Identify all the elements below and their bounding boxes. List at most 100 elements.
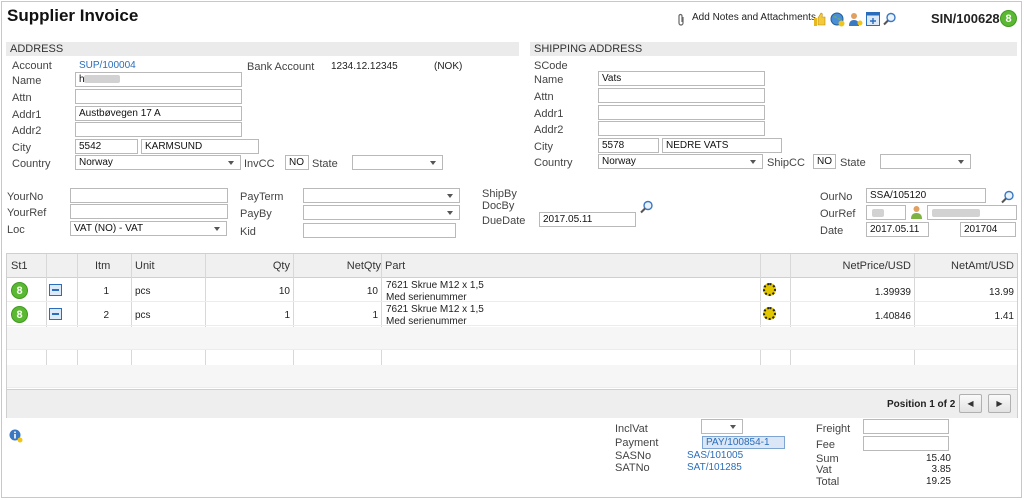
country-select[interactable]: Norway bbox=[75, 155, 241, 170]
sasno-link[interactable]: SAS/101005 bbox=[687, 450, 743, 461]
yourref-field[interactable] bbox=[70, 204, 228, 219]
duedate-field[interactable]: 2017.05.11 bbox=[539, 212, 636, 227]
addr1-field[interactable]: Austbøvegen 17 A bbox=[75, 106, 242, 121]
search-icon[interactable] bbox=[883, 12, 897, 26]
ship-addr2-field[interactable] bbox=[598, 121, 765, 136]
ourref-user-icon[interactable] bbox=[910, 205, 923, 220]
col-unit[interactable]: Unit bbox=[135, 254, 155, 278]
user-icon[interactable] bbox=[848, 12, 863, 27]
ship-addr2-label: Addr2 bbox=[534, 124, 564, 136]
attn-label: Attn bbox=[12, 92, 32, 104]
addr2-label: Addr2 bbox=[12, 125, 42, 137]
add-notes-link[interactable]: Add Notes and Attachments bbox=[692, 12, 816, 23]
line-details-icon[interactable] bbox=[49, 284, 62, 296]
ship-attn-label: Attn bbox=[534, 91, 554, 103]
empty-row bbox=[7, 327, 1017, 350]
city-field[interactable]: KARMSUND bbox=[141, 139, 259, 154]
table-row[interactable]: 8 1 pcs 10 10 7621 Skrue M12 x 1,5 Med s… bbox=[7, 279, 1017, 303]
ourno-field[interactable]: SSA/105120 bbox=[866, 188, 986, 203]
period-field[interactable]: 201704 bbox=[960, 222, 1016, 237]
ourno-search-icon[interactable] bbox=[1001, 190, 1015, 204]
loc-label: Loc bbox=[7, 224, 25, 236]
docby-label: DocBy bbox=[482, 200, 515, 212]
table-row[interactable]: 8 2 pcs 1 1 7621 Skrue M12 x 1,5 Med ser… bbox=[7, 303, 1017, 327]
col-itm[interactable]: Itm bbox=[95, 254, 110, 278]
name-label: Name bbox=[12, 75, 42, 87]
col-netprice[interactable]: NetPrice/USD bbox=[791, 254, 911, 278]
ship-country-select[interactable]: Norway bbox=[598, 154, 763, 169]
col-st1[interactable]: St1 bbox=[11, 254, 28, 278]
attn-field[interactable] bbox=[75, 89, 242, 104]
ship-attn-field[interactable] bbox=[598, 88, 765, 103]
grid-header: St1 Itm Unit Qty NetQty Part NetPrice/US… bbox=[7, 254, 1017, 278]
redacted-ourref-name bbox=[932, 209, 980, 217]
account-link[interactable]: SUP/100004 bbox=[79, 60, 136, 71]
globe-icon[interactable] bbox=[830, 12, 845, 27]
prev-page-button[interactable]: ◀ bbox=[959, 394, 982, 413]
row-unit: pcs bbox=[135, 310, 151, 321]
ship-addr1-label: Addr1 bbox=[534, 108, 564, 120]
state-label: State bbox=[312, 158, 338, 170]
info-icon[interactable] bbox=[9, 429, 23, 443]
freight-field[interactable] bbox=[863, 419, 949, 434]
currency-value: (NOK) bbox=[434, 61, 463, 72]
account-label: Account bbox=[12, 60, 52, 72]
sasno-label: SASNo bbox=[615, 450, 652, 462]
ship-zip-field[interactable]: 5578 bbox=[598, 138, 659, 153]
zip-field[interactable]: 5542 bbox=[75, 139, 138, 154]
state-select[interactable] bbox=[352, 155, 443, 170]
status-badge: 8 bbox=[1000, 10, 1017, 27]
ship-addr1-field[interactable] bbox=[598, 105, 765, 120]
loc-select[interactable]: VAT (NO) - VAT bbox=[70, 221, 227, 236]
col-qty[interactable]: Qty bbox=[206, 254, 290, 278]
row-status-badge: 8 bbox=[11, 282, 28, 299]
ship-name-field[interactable]: Vats bbox=[598, 71, 765, 86]
row-part-link[interactable]: 7621 Skrue M12 x 1,5 bbox=[386, 280, 484, 291]
invcc-field[interactable]: NO bbox=[285, 155, 309, 170]
inclvat-select[interactable] bbox=[701, 419, 743, 434]
addr2-field[interactable] bbox=[75, 122, 242, 137]
yourno-field[interactable] bbox=[70, 188, 228, 203]
payby-select[interactable] bbox=[303, 205, 460, 220]
satno-link[interactable]: SAT/101285 bbox=[687, 462, 742, 473]
empty-row bbox=[7, 365, 1017, 388]
shipcc-field[interactable]: NO bbox=[813, 154, 836, 169]
inclvat-label: InclVat bbox=[615, 423, 648, 435]
thumbs-up-icon[interactable] bbox=[813, 12, 826, 27]
ship-name-label: Name bbox=[534, 74, 564, 86]
row-part-link[interactable]: 7621 Skrue M12 x 1,5 bbox=[386, 304, 484, 315]
addr1-label: Addr1 bbox=[12, 109, 42, 121]
city-label: City bbox=[12, 142, 31, 154]
line-details-icon[interactable] bbox=[49, 308, 62, 320]
bank-account-label: Bank Account bbox=[247, 61, 315, 73]
invoice-lines-grid: St1 Itm Unit Qty NetQty Part NetPrice/US… bbox=[6, 253, 1018, 418]
yourref-label: YourRef bbox=[7, 207, 47, 219]
col-netqty[interactable]: NetQty bbox=[294, 254, 381, 278]
total-value: 19.25 bbox=[925, 476, 951, 487]
next-page-button[interactable]: ▶ bbox=[988, 394, 1011, 413]
gear-icon[interactable] bbox=[763, 283, 776, 296]
page-title: Supplier Invoice bbox=[7, 6, 139, 25]
address-section-header: ADDRESS bbox=[6, 42, 519, 56]
gear-icon[interactable] bbox=[763, 307, 776, 320]
date-field[interactable]: 2017.05.11 bbox=[866, 222, 929, 237]
paperclip-icon[interactable] bbox=[676, 13, 686, 27]
total-label: Total bbox=[816, 476, 840, 488]
ship-city-field[interactable]: NEDRE VATS bbox=[662, 138, 782, 153]
col-part[interactable]: Part bbox=[385, 254, 405, 278]
row-unit: pcs bbox=[135, 286, 151, 297]
redacted-ourref-code bbox=[872, 209, 884, 217]
docby-search-icon[interactable] bbox=[640, 200, 654, 214]
payment-link[interactable]: PAY/100854-1 bbox=[702, 436, 785, 449]
kid-field[interactable] bbox=[303, 223, 456, 238]
position-indicator: Position 1 of 2 bbox=[887, 399, 956, 410]
fee-field[interactable] bbox=[863, 436, 949, 451]
ship-state-select[interactable] bbox=[880, 154, 971, 169]
ship-country-label: Country bbox=[534, 157, 573, 169]
payterm-select[interactable] bbox=[303, 188, 460, 203]
row-netprice: 1.39939 bbox=[874, 287, 911, 298]
kid-label: Kid bbox=[240, 226, 256, 238]
col-netamt[interactable]: NetAmt/USD bbox=[915, 254, 1014, 278]
duedate-label: DueDate bbox=[482, 215, 526, 227]
window-icon[interactable] bbox=[866, 12, 880, 26]
